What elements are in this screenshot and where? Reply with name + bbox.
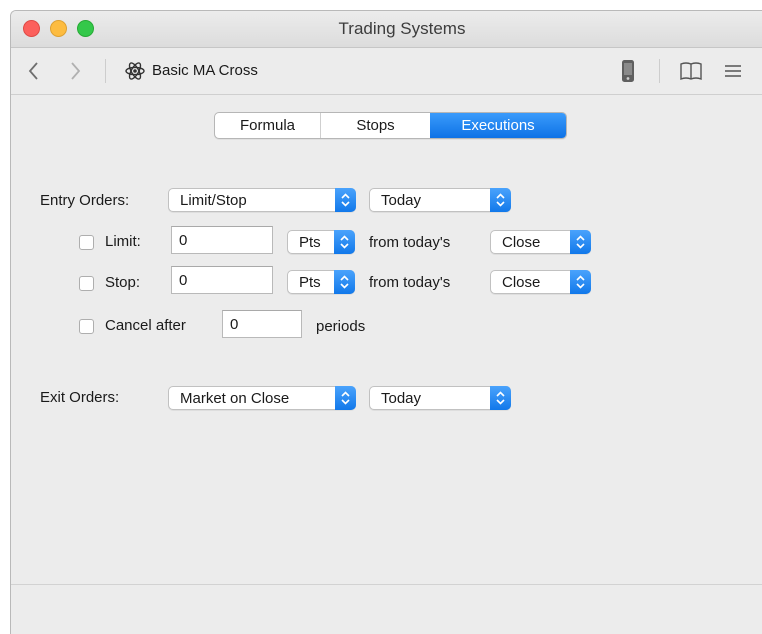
cancel-checkbox[interactable] <box>79 319 94 334</box>
title-bar: Trading Systems <box>11 11 762 48</box>
exit-order-type-select[interactable]: Market on Close <box>168 386 356 410</box>
stop-reference-select[interactable]: Close <box>490 270 591 294</box>
stop-from-label: from today's <box>369 274 451 291</box>
select-arrows-icon <box>335 386 356 410</box>
limit-unit-select[interactable]: Pts <box>287 230 355 254</box>
forward-chevron-icon[interactable] <box>67 60 85 82</box>
toolbar-divider <box>659 59 660 83</box>
select-arrows-icon <box>490 386 511 410</box>
limit-value-field[interactable]: 0 <box>171 226 273 254</box>
cancel-after-label: Cancel after <box>105 317 186 334</box>
window-title: Trading Systems <box>338 19 466 38</box>
select-arrows-icon <box>570 230 591 254</box>
limit-checkbox[interactable] <box>79 235 94 250</box>
window-footer <box>11 584 762 634</box>
select-arrows-icon <box>334 270 355 294</box>
entry-orders-label: Entry Orders: <box>40 192 130 209</box>
phone-icon[interactable] <box>621 59 635 83</box>
limit-unit-value: Pts <box>299 234 321 251</box>
toolbar-divider <box>105 59 106 83</box>
tab-executions[interactable]: Executions <box>430 113 566 138</box>
atom-icon <box>125 62 145 80</box>
limit-label: Limit: <box>105 233 141 250</box>
select-arrows-icon <box>334 230 355 254</box>
stop-checkbox[interactable] <box>79 276 94 291</box>
stop-unit-select[interactable]: Pts <box>287 270 355 294</box>
tab-formula[interactable]: Formula <box>215 113 321 138</box>
back-chevron-icon[interactable] <box>25 60 43 82</box>
toolbar: Basic MA Cross <box>11 48 762 95</box>
periods-label: periods <box>316 318 366 335</box>
trading-systems-window: Trading Systems Basic MA Cross Formula S… <box>10 10 762 634</box>
select-arrows-icon <box>570 270 591 294</box>
limit-reference-value: Close <box>502 234 541 251</box>
tab-bar: Formula Stops Executions <box>214 112 567 139</box>
select-arrows-icon <box>335 188 356 212</box>
tab-stops[interactable]: Stops <box>321 113 430 138</box>
entry-timing-select[interactable]: Today <box>369 188 511 212</box>
list-icon[interactable] <box>724 64 742 78</box>
entry-timing-value: Today <box>381 192 422 209</box>
limit-reference-select[interactable]: Close <box>490 230 591 254</box>
book-icon[interactable] <box>680 61 702 81</box>
exit-order-type-value: Market on Close <box>180 390 290 407</box>
entry-order-type-value: Limit/Stop <box>180 192 247 209</box>
exit-orders-label: Exit Orders: <box>40 389 120 406</box>
limit-from-label: from today's <box>369 234 451 251</box>
stop-reference-value: Close <box>502 274 541 291</box>
exit-timing-select[interactable]: Today <box>369 386 511 410</box>
cancel-periods-field[interactable]: 0 <box>222 310 302 338</box>
system-name: Basic MA Cross <box>152 62 258 79</box>
exit-timing-value: Today <box>381 390 422 407</box>
stop-unit-value: Pts <box>299 274 321 291</box>
select-arrows-icon <box>490 188 511 212</box>
stop-label: Stop: <box>105 274 141 291</box>
stop-value-field[interactable]: 0 <box>171 266 273 294</box>
entry-order-type-select[interactable]: Limit/Stop <box>168 188 356 212</box>
